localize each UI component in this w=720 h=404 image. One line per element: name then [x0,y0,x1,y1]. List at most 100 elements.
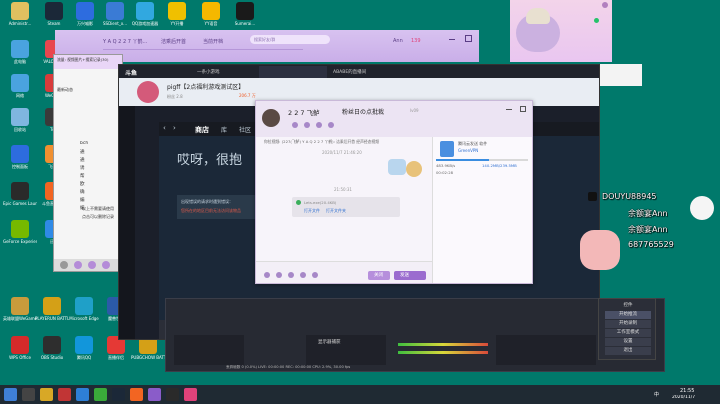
list-item[interactable]: 欧 [80,181,85,187]
desktop-icon-label: 控制面板 [12,164,28,169]
list-item[interactable]: 通 [80,149,85,155]
taskbar-app-8[interactable] [166,388,179,401]
overlay-line-3: 余额宴Ann [628,225,668,234]
desktop-icon-label: Sumerai... [234,21,256,26]
streamer-tab-game[interactable]: 一条小游戏 [197,69,220,75]
chat-toolbar-icon-4[interactable] [328,122,334,128]
channel-fans: 粉丝 2.8 [167,94,183,99]
steam-nav-store[interactable]: 商店 [195,125,209,135]
desktop-icon[interactable]: 腾讯QQ [67,336,101,360]
chat-minimize-icon[interactable] [506,109,512,110]
file-open-link[interactable]: 打开文件 [304,208,320,214]
desktop-icon[interactable]: YY语音 [194,2,228,26]
desktop-icon[interactable]: 控制面板 [3,145,37,169]
streamer-right-user[interactable]: ABABE的直播间 [333,69,366,75]
list-action-icon-1[interactable] [60,261,68,269]
list-item[interactable]: 诱 [80,165,85,171]
obs-source-item[interactable]: 显示器捕获 [318,339,341,345]
desktop-icon[interactable]: WPS Office [3,336,37,360]
obs-audio-meter-1 [398,343,488,346]
taskbar-app-3[interactable] [76,388,89,401]
desktop-icon-label: 英雄联盟WeGame版 [3,316,37,321]
chat-input-icon-5[interactable] [312,272,318,278]
taskbar-app-9[interactable] [184,388,197,401]
chat-system-message: 你拉视频: (227(飞鲈) Y A Q 2 2 7 丫鹤): 洁乘后开首 经声… [264,139,380,144]
desktop-icon[interactable]: 网络 [3,74,37,98]
desktop-icon[interactable]: Administr... [3,2,37,26]
desktop-icon[interactable]: SSDient_x... [98,2,132,26]
taskbar-time[interactable]: 21:55 [680,388,694,394]
desktop-icon[interactable]: PLAYERUN BATTLEG... [35,297,69,321]
file-open-folder-link[interactable]: 打开文件夹 [326,208,346,214]
taskbar-app-7[interactable] [148,388,161,401]
list-action-icon-2[interactable] [74,261,82,269]
list-item[interactable]: 确 [80,189,85,195]
channel-title: pigff【2点福利游戏测试区】 [167,84,245,91]
widget-close-icon[interactable] [602,2,608,8]
list-item[interactable]: bch [80,141,88,146]
desktop-icon[interactable]: YY开播 [160,2,194,26]
chat-toolbar-icon-3[interactable] [316,122,322,128]
desktop-icon[interactable]: Microsoft Edge [67,297,101,321]
taskbar-app-5[interactable] [112,388,125,401]
taskbar-search-icon[interactable] [22,388,35,401]
chat-input-icon-1[interactable] [264,272,270,278]
taskbar-app-2[interactable] [58,388,71,401]
cat-sticker [580,230,620,270]
steam-nav-forward-icon[interactable]: › [173,124,176,132]
steam-headline: 哎呀，很抱 [177,153,243,168]
obs-menu-item[interactable]: 开始录制 [605,320,651,328]
chat-input-icon-2[interactable] [276,272,282,278]
chat-close-icon[interactable] [520,106,526,112]
list-action-icon-3[interactable] [88,261,96,269]
list-item[interactable]: 帮 [80,173,85,179]
purple-tab-3[interactable]: 当前开档 [203,38,223,45]
obs-audio-meter-2 [398,351,488,354]
taskbar-app-6[interactable] [130,388,143,401]
desktop-icon[interactable]: GeForce Experience [3,220,37,244]
steam-nav-community[interactable]: 社区 [239,125,251,134]
list-notice-2: 点击可以删除记录 [82,214,114,219]
desktop-icon[interactable]: 此电脑 [3,40,37,64]
start-button[interactable] [4,388,17,401]
desktop-icon[interactable]: Steam [37,2,71,26]
list-item[interactable]: 编 [80,197,85,203]
taskbar-app-1[interactable] [40,388,53,401]
desktop-icon[interactable]: 万兴喵影 [68,2,102,26]
obs-menu-item[interactable]: 开始推流 [605,311,651,319]
obs-menu-item[interactable]: 工作室模式 [605,329,651,337]
transfer-speed: 483.9KB/s [436,163,456,168]
list-item[interactable]: 通 [80,157,85,163]
desktop-icon[interactable]: OBS Studio [35,336,69,360]
obs-scene-panel [174,335,244,365]
steam-nav-back-icon[interactable]: ‹ [163,124,166,132]
chat-toolbar-icon-1[interactable] [292,122,298,128]
taskbar-date[interactable]: 2020/11/7 [672,395,695,400]
desktop-icon[interactable]: 回收站 [3,108,37,132]
chat-input-icon-4[interactable] [300,272,306,278]
desktop-icon[interactable]: QQ游戏加速器 [128,2,162,26]
desktop-icon-label: Administr... [8,21,32,26]
chat-toolbar-icon-2[interactable] [304,122,310,128]
desktop-icon[interactable]: Epic Games Launcher [3,182,37,206]
streamer-tab-active[interactable] [259,66,327,78]
purple-minimize-icon[interactable] [449,39,455,40]
chat-close-label: 关闭 [374,273,383,278]
chat-send-button[interactable] [394,271,426,280]
obs-menu-item[interactable]: 设置 [605,338,651,346]
taskbar-lang[interactable]: 中 [654,391,659,398]
purple-tab-2[interactable]: 洁乘后开首 [161,38,186,45]
transfer-file-icon [440,141,454,157]
taskbar-app-4[interactable] [94,388,107,401]
steam-nav-library[interactable]: 库 [221,125,227,134]
list-action-icon-4[interactable] [102,261,110,269]
purple-close-icon[interactable] [465,35,472,42]
purple-tab-1[interactable]: Y A Q 2 2 7 丫鹤... [103,38,147,45]
desktop-icon[interactable]: 英雄联盟WeGame版 [3,297,37,321]
list-notice: 以上不需要请使用 [82,206,114,211]
chat-send-label: 发送 [400,273,409,278]
chat-input-icon-3[interactable] [288,272,294,278]
purple-user-id: Ann [393,38,403,44]
obs-menu-item[interactable]: 退出 [605,347,651,355]
desktop-icon[interactable]: Sumerai... [228,2,262,26]
